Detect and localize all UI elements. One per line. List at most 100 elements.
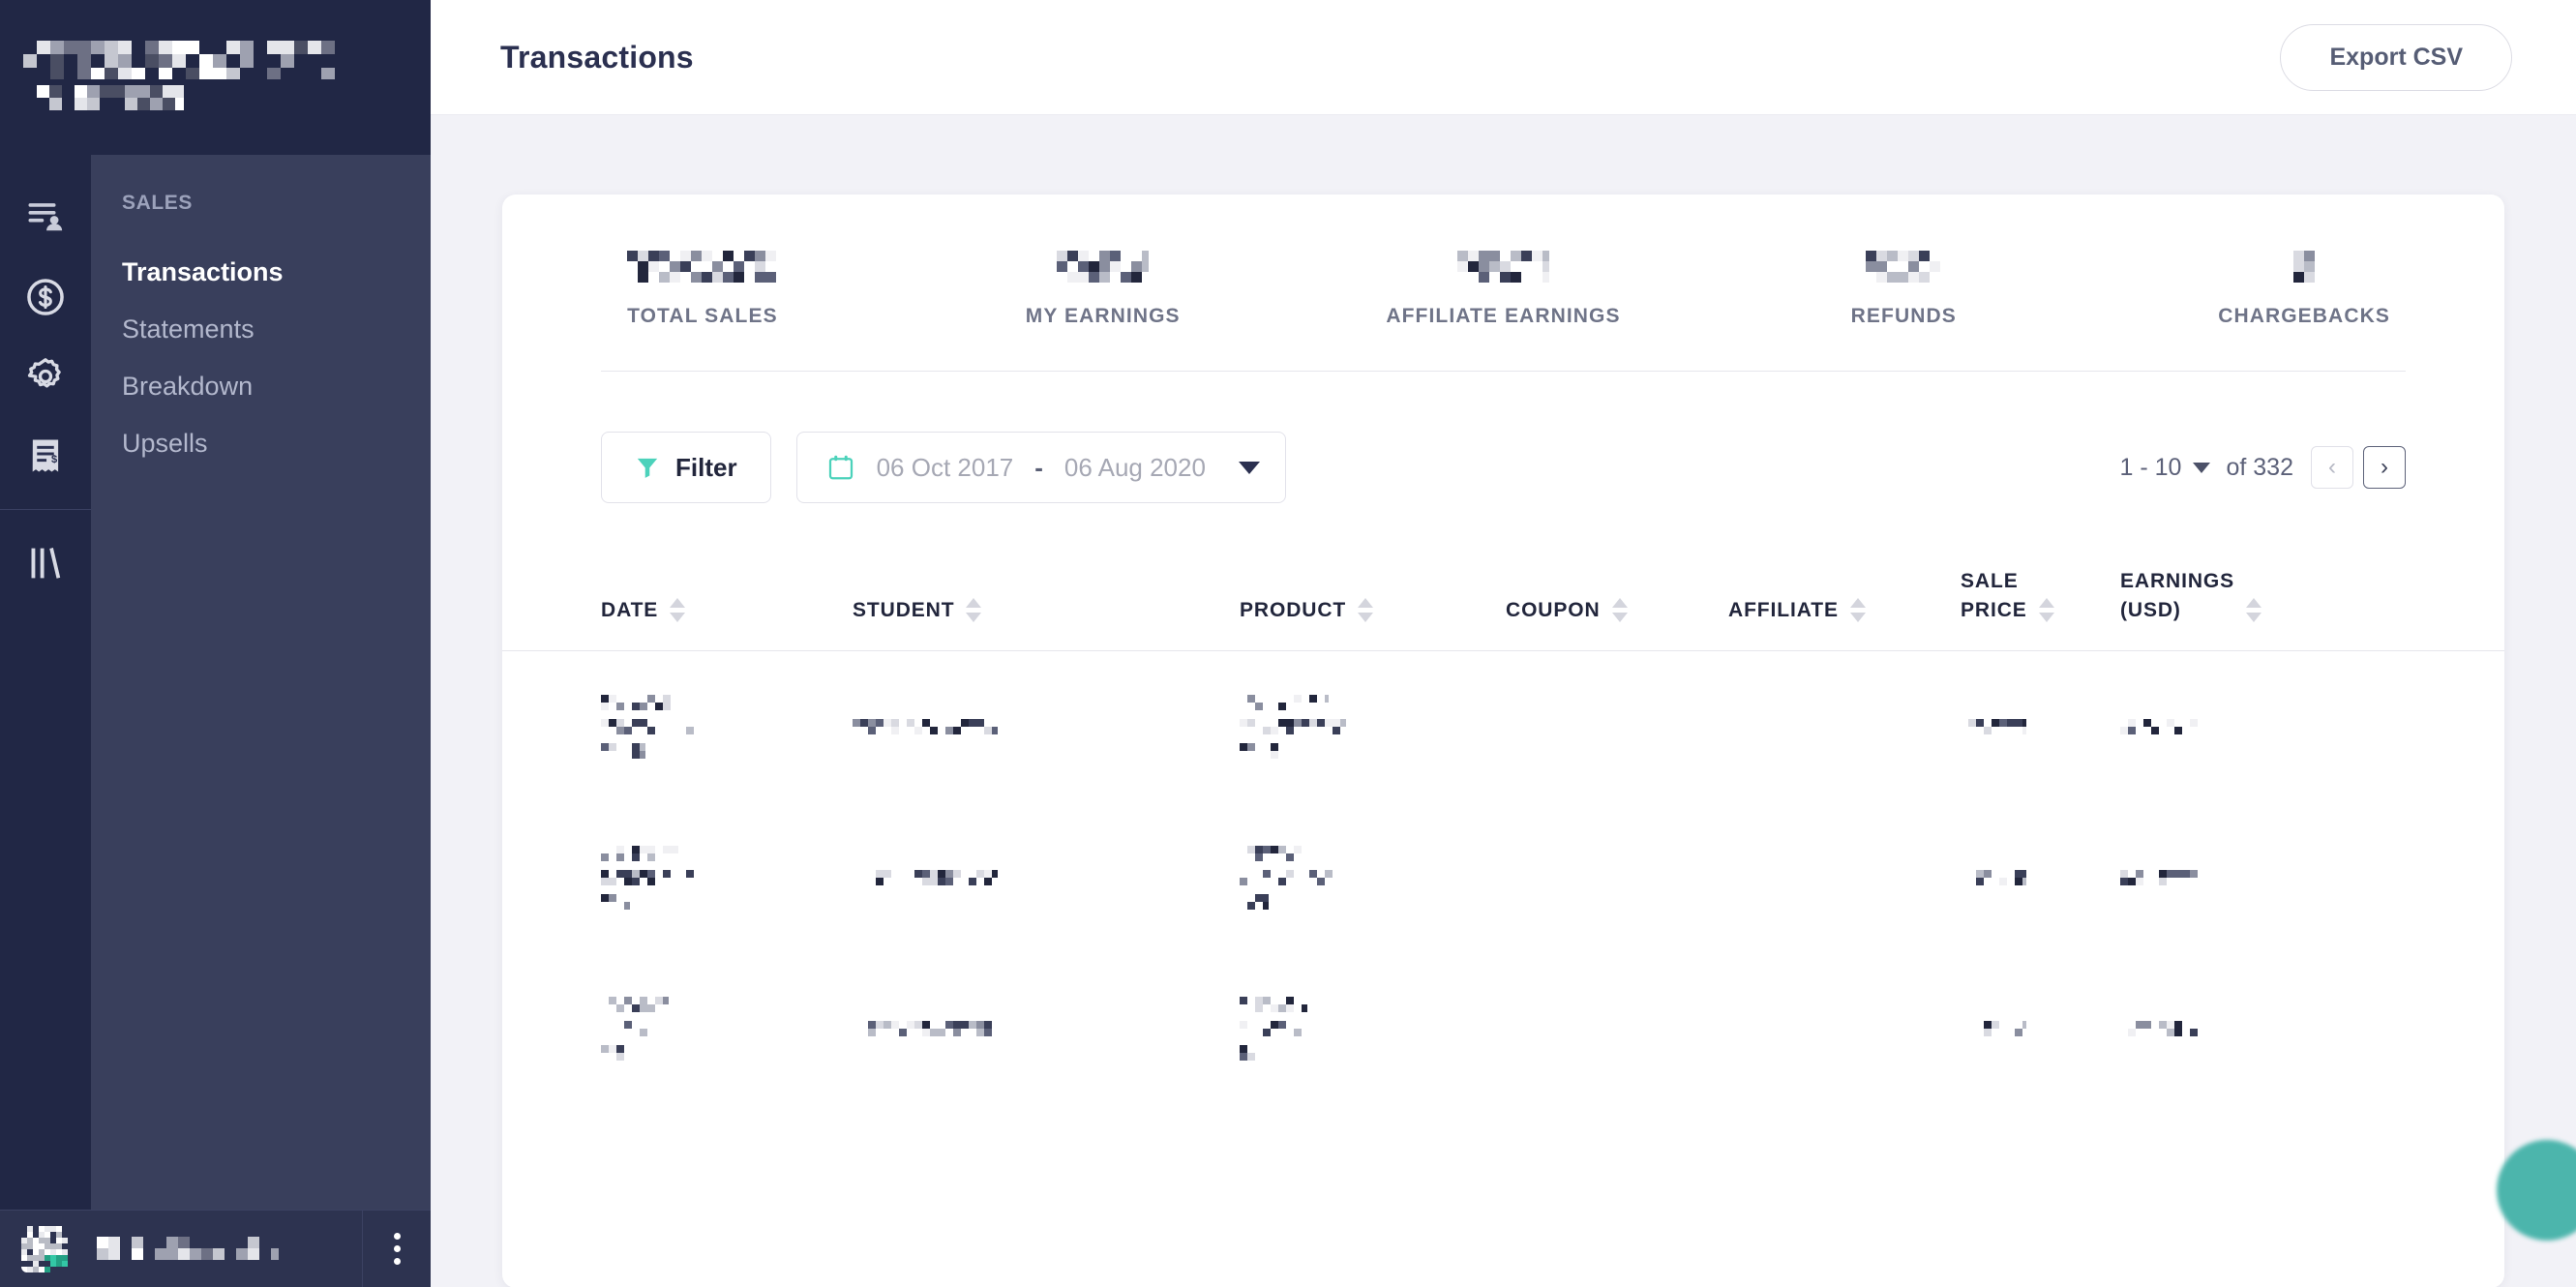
filter-button-label: Filter xyxy=(675,452,737,482)
sidebar-item-statements[interactable]: Statements xyxy=(91,301,431,358)
redacted-text xyxy=(601,694,690,710)
topbar: Transactions Export CSV xyxy=(431,0,2576,115)
redacted-text xyxy=(2120,1020,2198,1036)
column-header-earnings[interactable]: EARNINGS (USD) xyxy=(2120,567,2304,625)
redacted-text xyxy=(601,996,669,1012)
redacted-text xyxy=(2120,718,2198,734)
table-row[interactable] xyxy=(502,802,2504,953)
table-cell-student xyxy=(853,1020,1240,1036)
column-header-student[interactable]: STUDENT xyxy=(853,596,1240,625)
export-csv-button[interactable]: Export CSV xyxy=(2280,23,2512,91)
column-label: DATE xyxy=(601,598,659,621)
sidebar-item-transactions[interactable]: Transactions xyxy=(91,244,431,301)
table-cell-student xyxy=(853,869,1240,885)
sort-toggle-icon[interactable] xyxy=(1611,597,1628,625)
next-page-button[interactable]: › xyxy=(2363,446,2406,489)
kpi-chargebacks: CHARGEBACKS xyxy=(2104,251,2504,328)
sort-toggle-icon[interactable] xyxy=(2246,597,2262,625)
redacted-text xyxy=(1240,845,1317,861)
redacted-text xyxy=(1961,718,2026,734)
rail-item-library[interactable] xyxy=(0,524,91,603)
table-body xyxy=(502,651,2504,1104)
redacted-text xyxy=(1240,1044,1263,1061)
redacted-text xyxy=(601,718,707,734)
calendar-icon xyxy=(828,455,853,480)
sort-toggle-icon[interactable] xyxy=(2038,597,2054,625)
rail-item-statements[interactable]: $ xyxy=(0,416,91,495)
sort-toggle-icon[interactable] xyxy=(966,597,982,625)
transactions-card: TOTAL SALES MY EARNINGS AFFILIATE EARNIN… xyxy=(502,195,2504,1287)
redacted-text xyxy=(853,1020,998,1036)
sidebar-item-upsells[interactable]: Upsells xyxy=(91,415,431,472)
column-label: SALE xyxy=(1961,570,2019,592)
table-cell-product xyxy=(1240,845,1506,910)
brand-subtitle-redacted xyxy=(37,85,184,110)
table-row[interactable] xyxy=(502,953,2504,1104)
dollar-circle-icon xyxy=(27,279,64,315)
brand-name-redacted xyxy=(23,41,335,79)
table-cell-earn xyxy=(2120,869,2304,885)
redacted-text xyxy=(2120,869,2198,885)
sort-toggle-icon[interactable] xyxy=(670,597,686,625)
kebab-menu-icon[interactable] xyxy=(363,1211,431,1287)
help-chat-button[interactable] xyxy=(2497,1140,2576,1241)
redacted-text xyxy=(601,742,645,759)
page-title: Transactions xyxy=(500,39,694,75)
table-cell-sale xyxy=(1961,1020,2120,1036)
prev-page-button[interactable]: ‹ xyxy=(2311,446,2353,489)
main-content: Transactions Export CSV TOTAL SALES MY E… xyxy=(431,0,2576,1287)
kpi-total-sales: TOTAL SALES xyxy=(502,251,903,328)
kpi-refunds: REFUNDS xyxy=(1703,251,2104,328)
page-range: 1 - 10 xyxy=(2119,453,2182,481)
table-cell-date xyxy=(601,996,853,1061)
table-cell-product xyxy=(1240,996,1506,1061)
sort-toggle-icon[interactable] xyxy=(1849,597,1866,625)
kpi-value-redacted xyxy=(1866,251,1941,284)
chevron-down-icon xyxy=(2193,462,2211,473)
column-label: EARNINGS xyxy=(2120,570,2235,592)
table-header-row: DATE STUDENT PRODUCT COUPON AFFILIATE SA… xyxy=(502,567,2504,651)
table-toolbar: Filter 06 Oct 2017 - 06 Aug 2020 1 - 10 … xyxy=(502,372,2504,503)
column-label: PRODUCT xyxy=(1240,598,1347,621)
sidebar-item-breakdown[interactable]: Breakdown xyxy=(91,358,431,415)
redacted-text xyxy=(853,718,998,734)
rail-item-sales[interactable] xyxy=(0,257,91,337)
chevron-down-icon[interactable] xyxy=(1238,461,1260,474)
table-cell-date xyxy=(601,845,853,910)
table-cell-earn xyxy=(2120,1020,2304,1036)
redacted-text xyxy=(853,869,998,885)
redacted-text xyxy=(1240,893,1269,910)
kpi-label: AFFILIATE EARNINGS xyxy=(1386,305,1621,327)
kpi-my-earnings: MY EARNINGS xyxy=(903,251,1303,328)
redacted-text xyxy=(1240,694,1329,710)
rail-item-settings[interactable] xyxy=(0,337,91,416)
filter-button[interactable]: Filter xyxy=(601,432,771,503)
kpi-row: TOTAL SALES MY EARNINGS AFFILIATE EARNIN… xyxy=(502,195,2504,371)
kpi-value-redacted xyxy=(627,251,777,284)
date-range-picker[interactable]: 06 Oct 2017 - 06 Aug 2020 xyxy=(795,432,1286,503)
date-end: 06 Aug 2020 xyxy=(1063,452,1206,482)
table-cell-sale xyxy=(1961,718,2120,734)
column-label: STUDENT xyxy=(853,598,955,621)
redacted-text xyxy=(601,869,694,885)
svg-text:$: $ xyxy=(51,454,58,465)
sort-toggle-icon[interactable] xyxy=(1358,597,1374,625)
icon-rail: $ xyxy=(0,155,91,1210)
brand-header[interactable] xyxy=(0,0,431,155)
redacted-text xyxy=(1240,1020,1303,1036)
students-list-icon xyxy=(28,203,63,231)
table-cell-product xyxy=(1240,694,1506,759)
pagination: 1 - 10 of 332 ‹ › xyxy=(2120,446,2406,489)
page-size-selector[interactable]: 1 - 10 xyxy=(2120,454,2211,482)
column-header-coupon[interactable]: COUPON xyxy=(1506,596,1728,625)
table-row[interactable] xyxy=(502,651,2504,802)
kpi-affiliate-earnings: AFFILIATE EARNINGS xyxy=(1303,251,1704,328)
user-profile[interactable] xyxy=(0,1211,362,1287)
submenu-section-title: SALES xyxy=(122,192,194,214)
column-label: COUPON xyxy=(1506,598,1601,621)
column-header-affiliate[interactable]: AFFILIATE xyxy=(1728,596,1961,625)
column-header-date[interactable]: DATE xyxy=(601,596,853,625)
rail-item-students[interactable] xyxy=(0,178,91,257)
column-header-product[interactable]: PRODUCT xyxy=(1240,596,1506,625)
column-header-sale-price[interactable]: SALE PRICE xyxy=(1961,567,2120,625)
